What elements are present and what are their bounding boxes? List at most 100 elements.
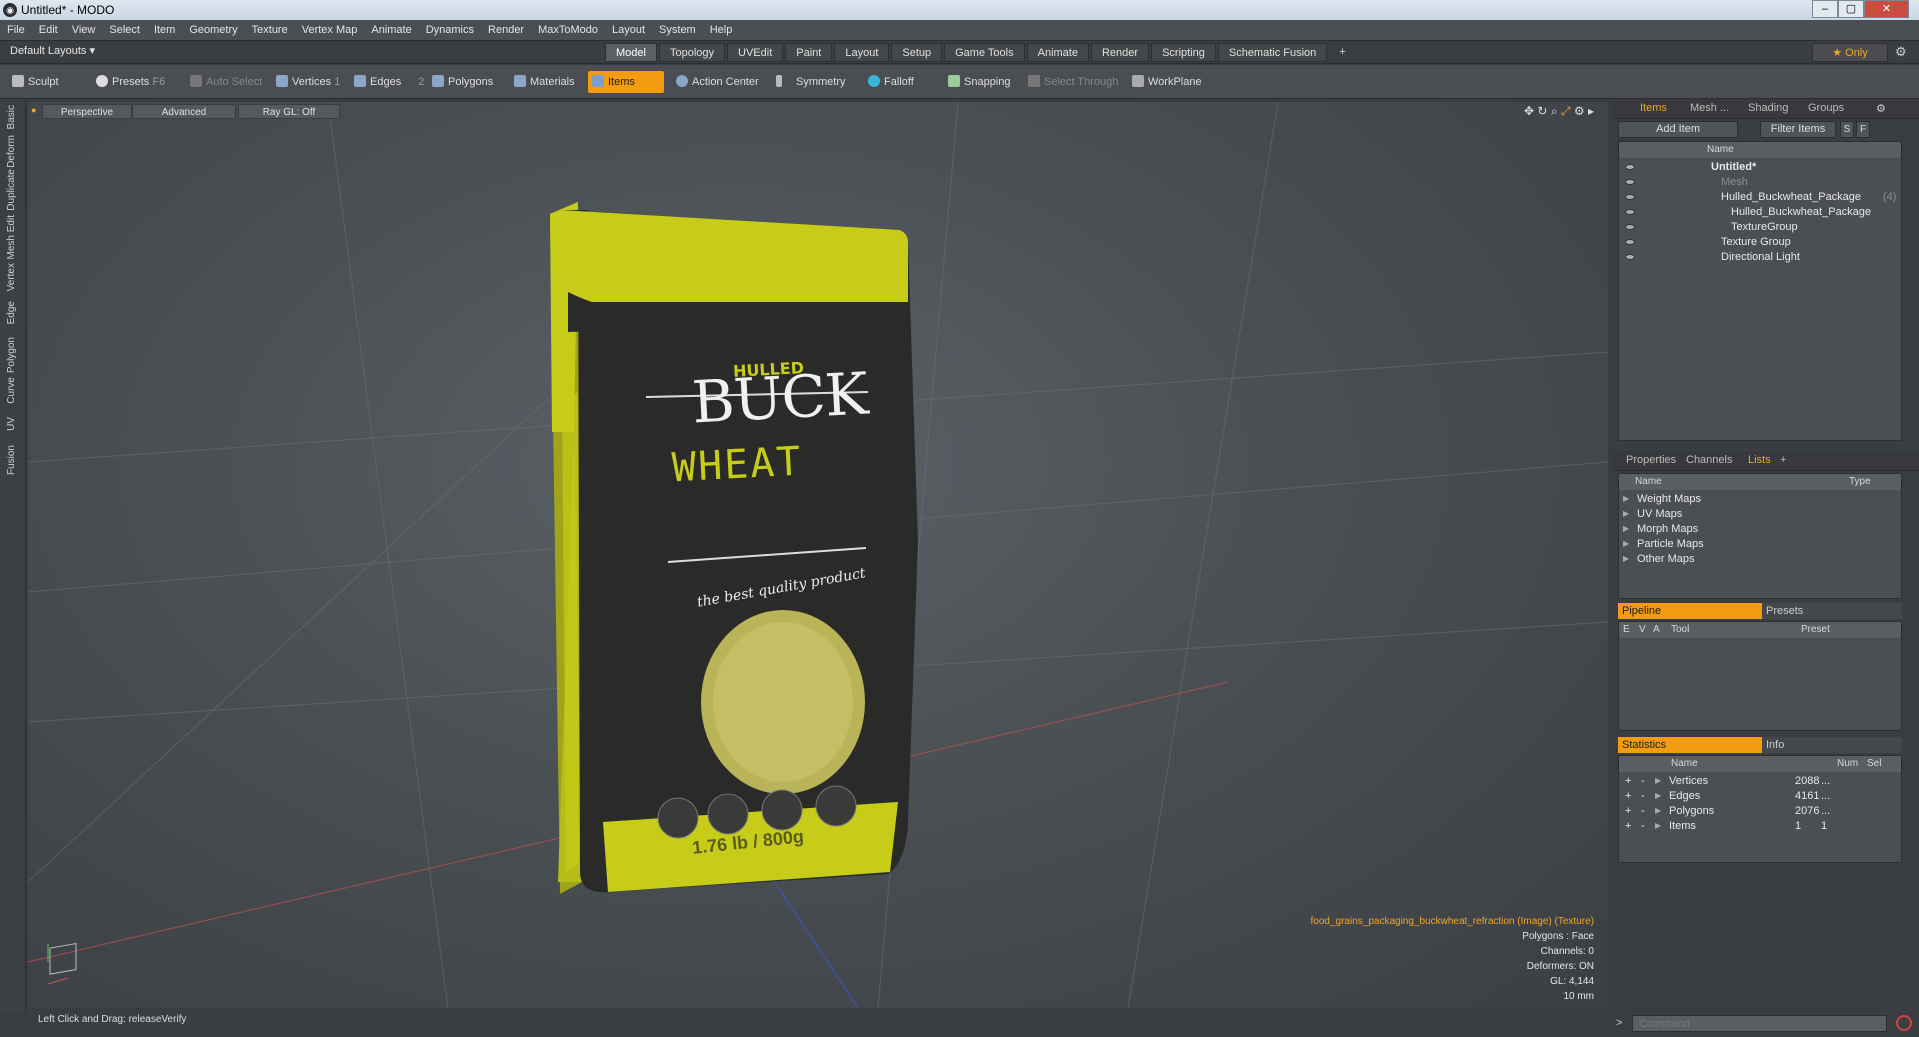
auto-select-button[interactable]: Auto Select bbox=[186, 71, 262, 93]
left-tab-deform[interactable]: Deform bbox=[6, 135, 17, 168]
left-tab-polygon[interactable]: Polygon bbox=[6, 337, 17, 373]
layout-tab-topology[interactable]: Topology bbox=[658, 43, 726, 62]
visibility-eye-icon[interactable] bbox=[1625, 224, 1635, 230]
menu-maxtomodo[interactable]: MaxToModo bbox=[531, 20, 605, 41]
visibility-eye-icon[interactable] bbox=[1625, 239, 1635, 245]
layout-tab-render[interactable]: Render bbox=[1090, 43, 1150, 62]
edges-button[interactable]: Edges 2 bbox=[350, 71, 424, 93]
menu-layout[interactable]: Layout bbox=[605, 20, 652, 41]
select-through-button[interactable]: Select Through bbox=[1024, 71, 1118, 93]
fit-icon[interactable]: ⤢ bbox=[1561, 104, 1571, 118]
stats-row[interactable]: + - ▶ Items 1 1 bbox=[1619, 817, 1901, 835]
layout-tab-animate[interactable]: Animate bbox=[1026, 43, 1089, 62]
visibility-eye-icon[interactable] bbox=[1625, 164, 1635, 170]
menu-vertex-map[interactable]: Vertex Map bbox=[295, 20, 365, 41]
symmetry-button[interactable]: Symmetry bbox=[772, 71, 846, 93]
expand-arrow-icon[interactable]: ▶ bbox=[1623, 550, 1629, 568]
menu-system[interactable]: System bbox=[652, 20, 703, 41]
presets-button[interactable]: Presets F6 bbox=[92, 71, 165, 93]
expand-arrow-icon[interactable]: ▶ bbox=[1655, 817, 1661, 835]
items-button[interactable]: Items bbox=[588, 71, 664, 93]
stop-icon[interactable] bbox=[1896, 1015, 1912, 1031]
menu-edit[interactable]: Edit bbox=[32, 20, 65, 41]
rotate-icon[interactable]: ↻ bbox=[1537, 104, 1547, 118]
pan-icon[interactable]: ✥ bbox=[1524, 104, 1534, 118]
left-tab-edge[interactable]: Edge bbox=[6, 301, 17, 324]
viewport-menu-icon[interactable]: ● bbox=[31, 105, 36, 115]
menu-geometry[interactable]: Geometry bbox=[182, 20, 244, 41]
left-tab-mesh-edit[interactable]: Mesh Edit bbox=[6, 215, 17, 259]
add-item-button[interactable]: Add Item bbox=[1618, 121, 1738, 138]
filter-items-button[interactable]: Filter Items bbox=[1760, 121, 1836, 138]
menu-file[interactable]: File bbox=[0, 20, 32, 41]
visibility-eye-icon[interactable] bbox=[1625, 194, 1635, 200]
remove-stat-icon[interactable]: - bbox=[1641, 817, 1645, 835]
menu-view[interactable]: View bbox=[65, 20, 103, 41]
layout-tab-model[interactable]: Model bbox=[605, 43, 657, 62]
tab-mesh[interactable]: Mesh ... bbox=[1690, 102, 1729, 114]
panel-gear-icon[interactable]: ⚙ bbox=[1876, 102, 1886, 115]
visibility-eye-icon[interactable] bbox=[1625, 209, 1635, 215]
tab-statistics[interactable]: Statistics bbox=[1618, 737, 1762, 753]
tab-groups[interactable]: Groups bbox=[1808, 102, 1844, 114]
menu-item[interactable]: Item bbox=[147, 20, 182, 41]
layout-tab-layout[interactable]: Layout bbox=[834, 43, 890, 62]
raygl-toggle[interactable]: Ray GL: Off bbox=[238, 104, 340, 119]
layout-tab-setup[interactable]: Setup bbox=[891, 43, 943, 62]
viewport-expand-icon[interactable]: ▸ bbox=[1588, 104, 1594, 118]
tab-info[interactable]: Info bbox=[1762, 737, 1902, 753]
s-button[interactable]: S bbox=[1840, 121, 1854, 138]
left-tab-basic[interactable]: Basic bbox=[6, 105, 17, 129]
tab-lists[interactable]: Lists bbox=[1748, 454, 1771, 466]
only-toggle[interactable]: ★ Only bbox=[1812, 43, 1888, 62]
add-tab-button[interactable]: + bbox=[1780, 454, 1786, 466]
visibility-eye-icon[interactable] bbox=[1625, 254, 1635, 260]
tab-pipeline[interactable]: Pipeline bbox=[1618, 603, 1762, 619]
menu-render[interactable]: Render bbox=[481, 20, 531, 41]
item-row[interactable]: Directional Light bbox=[1619, 248, 1901, 266]
tab-properties[interactable]: Properties bbox=[1626, 454, 1676, 466]
layout-tab-paint[interactable]: Paint bbox=[785, 43, 833, 62]
menu-animate[interactable]: Animate bbox=[364, 20, 418, 41]
viewport-gear-icon[interactable]: ⚙ bbox=[1574, 104, 1585, 118]
layout-tab-game-tools[interactable]: Game Tools bbox=[944, 43, 1025, 62]
menu-dynamics[interactable]: Dynamics bbox=[419, 20, 481, 41]
materials-button[interactable]: Materials bbox=[510, 71, 575, 93]
sculpt-button[interactable]: Sculpt bbox=[8, 71, 59, 93]
left-tab-uv[interactable]: UV bbox=[6, 417, 17, 431]
polygons-button[interactable]: Polygons bbox=[428, 71, 493, 93]
tab-shading[interactable]: Shading bbox=[1748, 102, 1788, 114]
tab-items[interactable]: Items bbox=[1640, 102, 1667, 114]
add-stat-icon[interactable]: + bbox=[1625, 817, 1631, 835]
visibility-eye-icon[interactable] bbox=[1625, 179, 1635, 185]
left-tab-fusion[interactable]: Fusion bbox=[6, 445, 17, 475]
perspective-dropdown[interactable]: Perspective bbox=[42, 104, 132, 119]
tab-channels[interactable]: Channels bbox=[1686, 454, 1732, 466]
add-layout-button[interactable]: + bbox=[1329, 43, 1355, 62]
maximize-button[interactable]: ▢ bbox=[1838, 0, 1864, 18]
vertices-button[interactable]: Vertices 1 bbox=[272, 71, 340, 93]
tab-presets[interactable]: Presets bbox=[1762, 603, 1902, 619]
close-button[interactable]: ✕ bbox=[1864, 0, 1909, 18]
left-tab-curve[interactable]: Curve bbox=[6, 377, 17, 404]
layout-tab-uvedit[interactable]: UVEdit bbox=[727, 43, 784, 62]
menu-help[interactable]: Help bbox=[703, 20, 740, 41]
snapping-button[interactable]: Snapping bbox=[944, 71, 1011, 93]
left-tab-duplicate[interactable]: Duplicate bbox=[6, 169, 17, 211]
3d-viewport[interactable]: HULLED BUCK WHEAT the best quality produ… bbox=[28, 102, 1608, 1008]
menu-texture[interactable]: Texture bbox=[245, 20, 295, 41]
default-layouts-dropdown[interactable]: Default Layouts ▾ bbox=[10, 44, 95, 57]
workplane-button[interactable]: WorkPlane bbox=[1128, 71, 1202, 93]
left-tab-vertex[interactable]: Vertex bbox=[6, 263, 17, 291]
layout-tab-schematic-fusion[interactable]: Schematic Fusion bbox=[1217, 43, 1328, 62]
menu-select[interactable]: Select bbox=[102, 20, 147, 41]
advanced-dropdown[interactable]: Advanced bbox=[132, 104, 236, 119]
gear-icon[interactable]: ⚙ bbox=[1895, 44, 1907, 60]
falloff-button[interactable]: Falloff bbox=[864, 71, 914, 93]
action-center-button[interactable]: Action Center bbox=[672, 71, 759, 93]
f-button[interactable]: F bbox=[1856, 121, 1870, 138]
layout-tab-scripting[interactable]: Scripting bbox=[1151, 43, 1216, 62]
minimize-button[interactable]: – bbox=[1812, 0, 1838, 18]
command-input[interactable] bbox=[1632, 1015, 1887, 1032]
zoom-icon[interactable]: ⌕ bbox=[1551, 104, 1558, 118]
